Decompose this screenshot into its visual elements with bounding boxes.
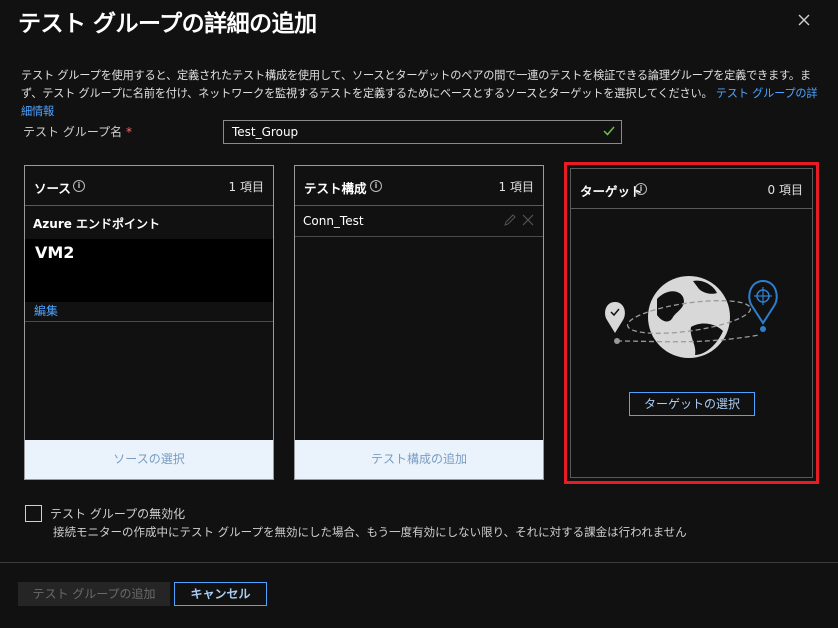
config-count: 1 項目 — [498, 180, 534, 194]
group-name-label-text: テスト グループ名 — [23, 125, 123, 139]
group-name-value: Test_Group — [232, 125, 299, 139]
disable-group-checkbox[interactable] — [25, 505, 42, 522]
info-icon[interactable]: i — [73, 180, 85, 192]
add-test-group-button[interactable]: テスト グループの追加 — [18, 582, 170, 606]
config-panel: テスト構成 i 1 項目 Conn_Test テスト構成の追加 — [294, 165, 544, 480]
source-panel-title: ソース — [34, 181, 71, 196]
checkmark-icon — [603, 126, 615, 136]
description-text: テスト グループを使用すると、定義されたテスト構成を使用して、ソースとターゲット… — [21, 69, 811, 100]
target-panel-title: ターゲット — [580, 184, 643, 199]
cancel-button[interactable]: キャンセル — [174, 582, 267, 606]
config-panel-header: テスト構成 i 1 項目 — [295, 166, 543, 206]
config-panel-title: テスト構成 — [304, 181, 367, 196]
edit-source-link[interactable]: 編集 — [25, 302, 273, 322]
description: テスト グループを使用すると、定義されたテスト構成を使用して、ソースとターゲット… — [21, 67, 821, 121]
select-source-button[interactable]: ソースの選択 — [25, 440, 273, 479]
config-item-actions — [503, 213, 535, 230]
footer-divider — [0, 562, 838, 563]
pencil-icon[interactable] — [503, 213, 517, 227]
config-item[interactable]: Conn_Test — [295, 206, 543, 237]
close-icon[interactable] — [790, 6, 818, 34]
dialog-title: テスト グループの詳細の追加 — [18, 11, 317, 37]
select-target-button[interactable]: ターゲットの選択 — [629, 392, 755, 416]
target-count: 0 項目 — [767, 183, 803, 197]
info-icon[interactable]: i — [370, 180, 382, 192]
source-item[interactable]: VM2 — [25, 239, 273, 302]
required-mark: * — [125, 125, 132, 139]
globe-icon — [614, 276, 760, 358]
source-panel-header: ソース i 1 項目 — [25, 166, 273, 206]
group-name-input[interactable]: Test_Group — [223, 120, 622, 144]
target-pin-icon — [748, 279, 778, 332]
config-item-label: Conn_Test — [303, 214, 364, 228]
disable-group-label: テスト グループの無効化 — [50, 507, 186, 521]
target-panel: ターゲット i 0 項目 ターゲットの選択 — [564, 162, 819, 484]
delete-icon[interactable] — [521, 213, 535, 227]
group-name-label: テスト グループ名 * — [23, 123, 132, 140]
location-pin-icon — [605, 302, 625, 333]
source-type-label: Azure エンドポイント — [33, 217, 161, 231]
source-panel: ソース i 1 項目 Azure エンドポイント VM2 編集 ソースの選択 — [24, 165, 274, 480]
target-panel-inner: ターゲット i 0 項目 ターゲットの選択 — [570, 168, 813, 478]
add-config-button[interactable]: テスト構成の追加 — [295, 440, 543, 479]
info-icon[interactable]: i — [635, 183, 647, 195]
globe-illustration — [605, 276, 778, 358]
target-panel-header: ターゲット i 0 項目 — [571, 169, 812, 209]
source-count: 1 項目 — [228, 180, 264, 194]
disable-group-description: 接続モニターの作成中にテスト グループを無効にした場合、もう一度有効にしない限り… — [53, 525, 687, 539]
